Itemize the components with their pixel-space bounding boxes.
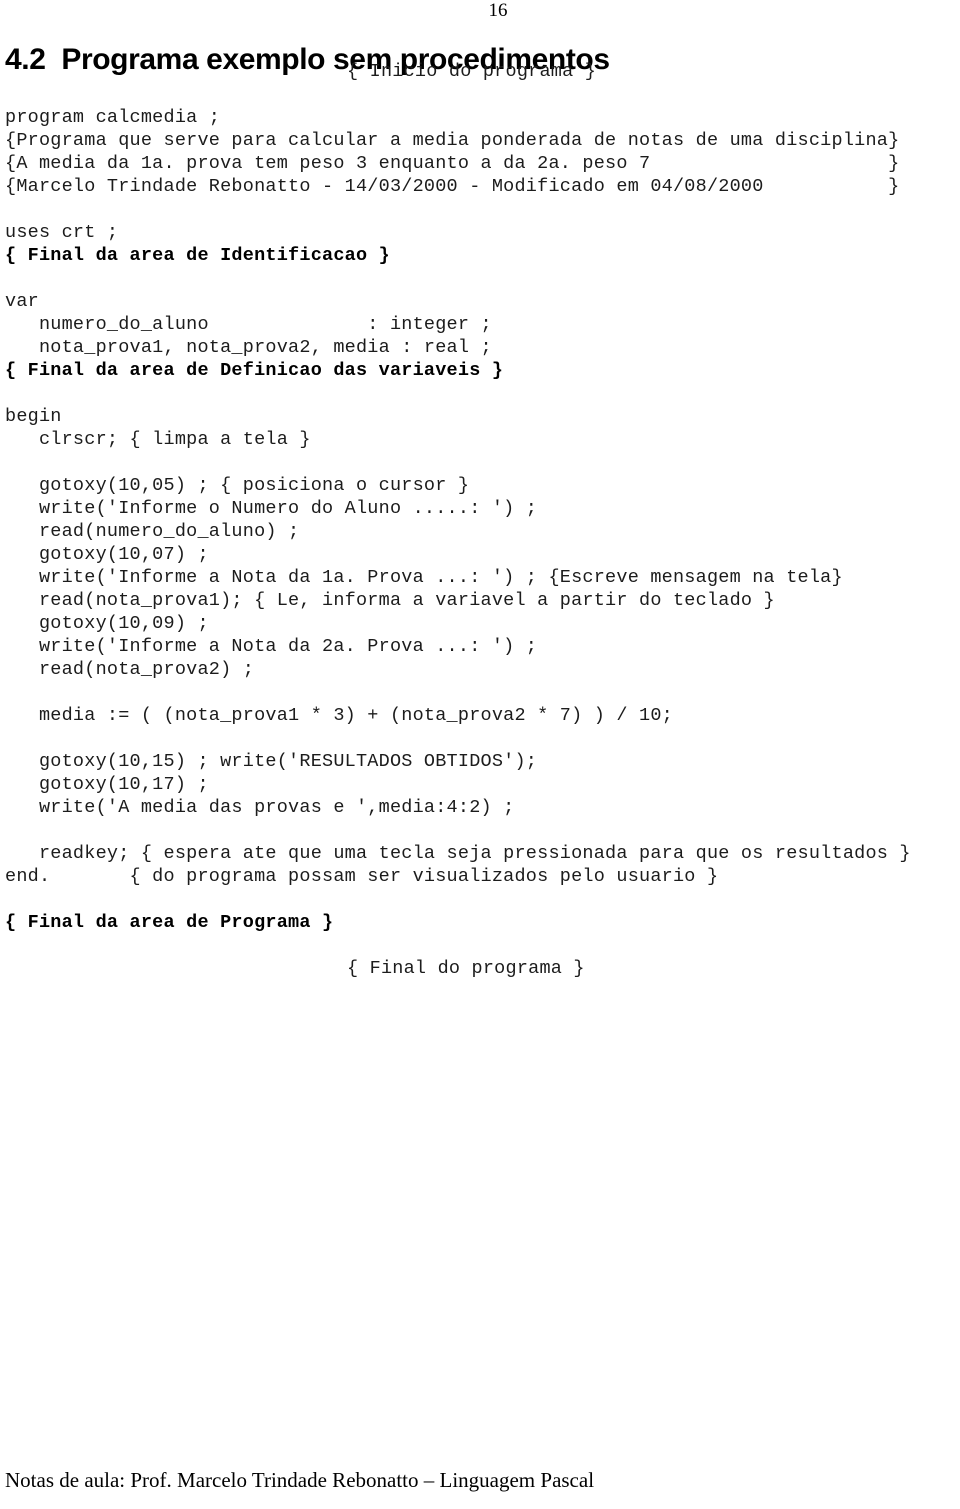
code-line: { Final da area de Programa }: [5, 912, 334, 933]
code-line: { Inicio do programa }: [347, 61, 597, 82]
code-line: {Programa que serve para calcular a medi…: [5, 130, 900, 151]
code-line: read(nota_prova2) ;: [5, 659, 255, 680]
code-line: program calcmedia ;: [5, 107, 221, 128]
code-line: write('Informe a Nota da 1a. Prova ...: …: [5, 567, 843, 588]
code-line: clrscr; { limpa a tela }: [5, 429, 311, 450]
code-line: {A media da 1a. prova tem peso 3 enquant…: [5, 153, 900, 174]
code-line: read(numero_do_aluno) ;: [5, 521, 300, 542]
code-line: gotoxy(10,09) ;: [5, 613, 209, 634]
code-line: nota_prova1, nota_prova2, media : real ;: [5, 337, 492, 358]
code-line: read(nota_prova1); { Le, informa a varia…: [5, 590, 775, 611]
code-line: readkey; { espera ate que uma tecla seja…: [5, 843, 911, 864]
document-page: 16 4.2 Programa exemplo sem procedimento…: [0, 0, 960, 1509]
page-footer: Notas de aula: Prof. Marcelo Trindade Re…: [5, 1468, 595, 1492]
code-line: begin: [5, 406, 62, 427]
code-line: gotoxy(10,05) ; { posiciona o cursor }: [5, 475, 470, 496]
code-line: { Final da area de Identificacao }: [5, 245, 390, 266]
code-line: numero_do_aluno : integer ;: [5, 314, 492, 335]
page-number: 16: [488, 0, 508, 21]
code-line: gotoxy(10,15) ; write('RESULTADOS OBTIDO…: [5, 751, 538, 772]
code-line: var: [5, 291, 39, 312]
code-line: write('A media das provas e ',media:4:2)…: [5, 797, 515, 818]
code-line: write('Informe a Nota da 2a. Prova ...: …: [5, 636, 538, 657]
code-line: write('Informe o Numero do Aluno .....: …: [5, 498, 538, 519]
code-line: gotoxy(10,17) ;: [5, 774, 209, 795]
code-line: end. { do programa possam ser visualizad…: [5, 866, 719, 887]
code-line: { Final da area de Definicao das variave…: [5, 360, 504, 381]
pascal-code-listing: { Inicio do programa } program calcmedia…: [5, 60, 955, 980]
code-line: gotoxy(10,07) ;: [5, 544, 209, 565]
code-line: media := ( (nota_prova1 * 3) + (nota_pro…: [5, 705, 673, 726]
code-line: {Marcelo Trindade Rebonatto - 14/03/2000…: [5, 176, 900, 197]
code-line: { Final do programa }: [347, 958, 585, 979]
code-line: uses crt ;: [5, 222, 119, 243]
